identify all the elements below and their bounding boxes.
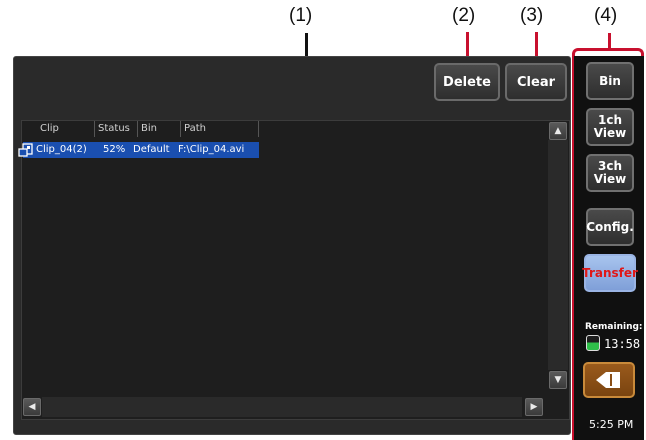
callout-4-line bbox=[608, 33, 611, 49]
callout-1: (1) bbox=[289, 5, 313, 26]
vertical-scrollbar[interactable] bbox=[548, 140, 568, 370]
column-header-path[interactable]: Path bbox=[181, 121, 259, 137]
1ch-view-button[interactable]: 1ch View bbox=[586, 108, 634, 146]
column-header-status[interactable]: Status bbox=[95, 121, 138, 137]
clip-transfer-icon bbox=[18, 143, 33, 157]
disk-remaining-icon bbox=[586, 335, 600, 351]
remaining-label: Remaining: bbox=[585, 322, 643, 332]
clock: 5:25 PM bbox=[589, 418, 634, 431]
callout-3: (3) bbox=[520, 5, 544, 26]
bin-button[interactable]: Bin bbox=[586, 62, 634, 100]
table-row[interactable]: Clip_04(2) 52% Default F:\Clip_04.avi bbox=[18, 142, 259, 158]
clear-button[interactable]: Clear bbox=[505, 63, 567, 101]
path-cell: F:\Clip_04.avi bbox=[178, 144, 245, 155]
scroll-left-icon[interactable]: ◀ bbox=[23, 398, 41, 416]
transfer-button[interactable]: Transfer bbox=[582, 254, 638, 292]
remaining-time: 13:58 bbox=[604, 337, 641, 351]
back-button[interactable] bbox=[583, 362, 635, 398]
config-button[interactable]: Config. bbox=[586, 208, 634, 246]
callout-2: (2) bbox=[452, 5, 476, 26]
status-cell: 52% bbox=[103, 144, 126, 155]
callout-4: (4) bbox=[594, 5, 618, 26]
clip-name-cell: Clip_04(2) bbox=[36, 144, 87, 155]
column-header-clip[interactable]: Clip bbox=[37, 121, 95, 137]
bin-cell: Default bbox=[133, 144, 170, 155]
delete-button[interactable]: Delete bbox=[434, 63, 500, 101]
scroll-up-icon[interactable]: ▲ bbox=[549, 122, 567, 140]
scroll-right-icon[interactable]: ▶ bbox=[525, 398, 543, 416]
horizontal-scrollbar[interactable] bbox=[42, 397, 522, 417]
back-arrow-icon bbox=[596, 372, 620, 388]
column-header-bin[interactable]: Bin bbox=[138, 121, 181, 137]
3ch-view-button[interactable]: 3ch View bbox=[586, 154, 634, 192]
scroll-down-icon[interactable]: ▼ bbox=[549, 371, 567, 389]
clip-list[interactable] bbox=[21, 120, 570, 420]
